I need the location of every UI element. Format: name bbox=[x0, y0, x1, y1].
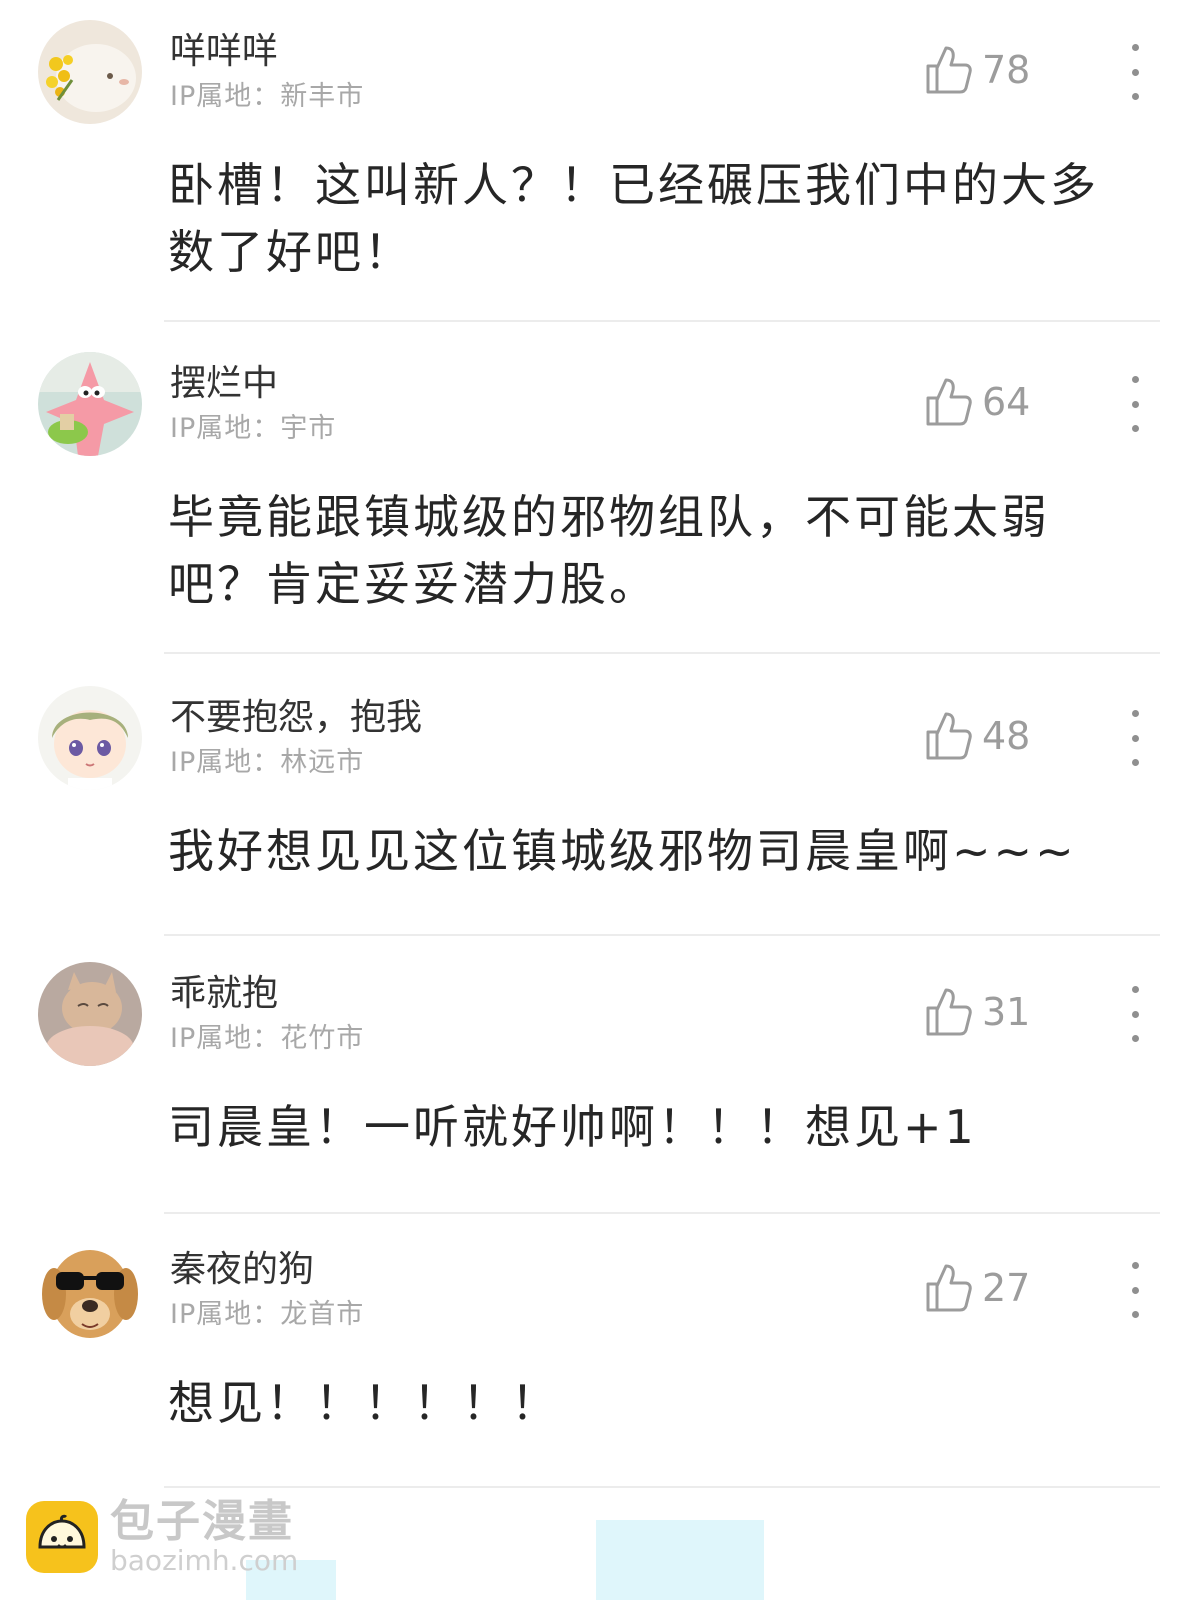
ip-location: IP属地：花竹市 bbox=[170, 1023, 365, 1054]
divider bbox=[164, 652, 1160, 654]
cat-hug-avatar[interactable] bbox=[38, 962, 142, 1066]
more-options-icon[interactable] bbox=[1126, 1262, 1144, 1318]
watermark: 包子漫畫 baozimh.com bbox=[26, 1498, 298, 1576]
anime-kid-avatar[interactable] bbox=[38, 686, 142, 790]
decorative-block bbox=[596, 1520, 764, 1600]
like-button[interactable]: 64 bbox=[924, 376, 1030, 428]
like-button[interactable]: 78 bbox=[924, 44, 1030, 96]
ip-location: IP属地：龙首市 bbox=[170, 1299, 365, 1330]
username[interactable]: 不要抱怨，抱我 bbox=[170, 688, 422, 740]
thumbs-up-icon bbox=[926, 988, 972, 1036]
username[interactable]: 摆烂中 bbox=[170, 354, 278, 406]
watermark-url: baozimh.com bbox=[110, 1544, 299, 1577]
like-count: 78 bbox=[982, 48, 1031, 92]
comment-text: 想见！！！！！！ bbox=[168, 1376, 560, 1430]
comment-text: 司晨皇！一听就好帅啊！！！想见+1 bbox=[168, 1100, 977, 1154]
dog-sunglasses-avatar[interactable] bbox=[38, 1238, 142, 1342]
patrick-star-avatar[interactable] bbox=[38, 352, 142, 456]
username[interactable]: 咩咩咩 bbox=[170, 22, 278, 74]
like-count: 48 bbox=[982, 714, 1031, 758]
bun-logo-icon bbox=[26, 1501, 98, 1573]
bunny-flower-avatar[interactable] bbox=[38, 20, 142, 124]
like-button[interactable]: 48 bbox=[924, 710, 1030, 762]
more-options-icon[interactable] bbox=[1126, 710, 1144, 766]
comment-text: 卧槽！这叫新人？！已经碾压我们中的大多数了好吧！ bbox=[168, 158, 1099, 279]
like-button[interactable]: 31 bbox=[924, 986, 1030, 1038]
thumbs-up-icon bbox=[926, 46, 972, 94]
divider bbox=[164, 1486, 1160, 1488]
ip-location: IP属地：新丰市 bbox=[170, 81, 365, 112]
like-count: 27 bbox=[982, 1266, 1031, 1310]
ip-location: IP属地：宇市 bbox=[170, 413, 337, 444]
ip-location: IP属地：林远市 bbox=[170, 747, 365, 778]
comment-text: 毕竟能跟镇城级的邪物组队，不可能太弱吧？肯定妥妥潜力股。 bbox=[168, 490, 1050, 611]
divider bbox=[164, 934, 1160, 936]
thumbs-up-icon bbox=[926, 378, 972, 426]
more-options-icon[interactable] bbox=[1126, 44, 1144, 100]
more-options-icon[interactable] bbox=[1126, 986, 1144, 1042]
thumbs-up-icon bbox=[926, 712, 972, 760]
divider bbox=[164, 1212, 1160, 1214]
thumbs-up-icon bbox=[926, 1264, 972, 1312]
watermark-name: 包子漫畫 bbox=[110, 1496, 294, 1547]
username[interactable]: 乖就抱 bbox=[170, 964, 278, 1016]
like-count: 64 bbox=[982, 380, 1031, 424]
like-count: 31 bbox=[982, 990, 1031, 1034]
like-button[interactable]: 27 bbox=[924, 1262, 1030, 1314]
divider bbox=[164, 320, 1160, 322]
username[interactable]: 秦夜的狗 bbox=[170, 1240, 314, 1292]
more-options-icon[interactable] bbox=[1126, 376, 1144, 432]
comment-text: 我好想见见这位镇城级邪物司晨皇啊~~~ bbox=[168, 824, 1077, 878]
